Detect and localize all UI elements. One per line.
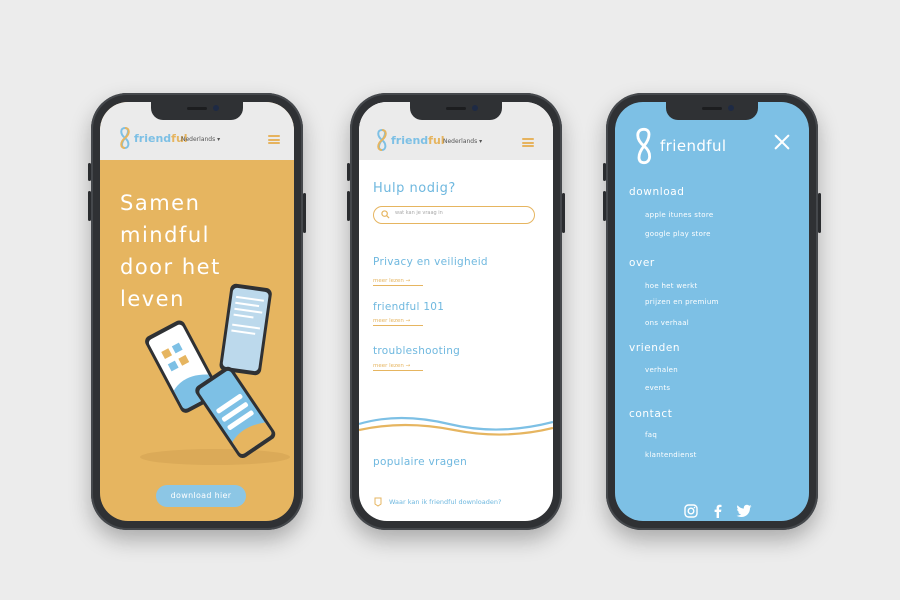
friendful-logo-icon bbox=[377, 128, 387, 152]
menu-item-apple-itunes-store[interactable]: apple itunes store bbox=[645, 211, 714, 219]
section-title-troubleshooting[interactable]: troubleshooting bbox=[373, 345, 460, 357]
download-button[interactable]: download hier bbox=[156, 485, 246, 507]
chevron-down-icon: ▾ bbox=[479, 138, 483, 145]
twitter-icon[interactable] bbox=[736, 504, 752, 518]
menu-item-hoe-het-werkt[interactable]: hoe het werkt bbox=[645, 282, 698, 290]
phone-side-button bbox=[303, 193, 306, 233]
question-icon bbox=[374, 497, 382, 507]
logo-text: friendful bbox=[660, 137, 727, 155]
language-label: Nederlands bbox=[443, 138, 478, 145]
phone-side-button bbox=[603, 191, 606, 221]
section-title-friendful-101[interactable]: friendful 101 bbox=[373, 301, 444, 313]
hero-line: mindful bbox=[120, 223, 210, 247]
popular-questions-title: populaire vragen bbox=[373, 456, 468, 468]
chevron-down-icon: ▾ bbox=[217, 136, 221, 143]
phone-menu: friendful download apple itunes store go… bbox=[603, 93, 821, 530]
instagram-icon[interactable] bbox=[684, 504, 698, 518]
app-mockup-illustration bbox=[140, 283, 290, 465]
menu-item-google-play-store[interactable]: google play store bbox=[645, 230, 711, 238]
hamburger-menu-icon[interactable] bbox=[268, 135, 280, 144]
menu-item-verhalen[interactable]: verhalen bbox=[645, 366, 678, 374]
section-title-privacy[interactable]: Privacy en veiligheid bbox=[373, 256, 488, 268]
help-title: Hulp nodig? bbox=[373, 181, 456, 196]
faq-item[interactable]: Waar kan ik friendful downloaden? bbox=[389, 498, 501, 506]
search-input[interactable]: wat kan je vraag in bbox=[373, 206, 535, 224]
friendful-logo-icon bbox=[636, 127, 652, 165]
help-screen: friendful Nederlands ▾ Hulp nodig? wat k… bbox=[359, 102, 553, 521]
menu-heading-download[interactable]: download bbox=[629, 186, 685, 198]
menu-screen: friendful download apple itunes store go… bbox=[615, 102, 809, 521]
menu-heading-over[interactable]: over bbox=[629, 257, 655, 269]
menu-heading-vrienden[interactable]: vrienden bbox=[629, 342, 680, 354]
phone-side-button bbox=[347, 191, 350, 221]
wave-divider bbox=[359, 416, 553, 436]
logo-text-friend: friend bbox=[391, 133, 429, 147]
search-placeholder: wat kan je vraag in bbox=[395, 210, 443, 216]
language-label: Nederlands bbox=[181, 136, 216, 143]
menu-item-klantendienst[interactable]: klantendienst bbox=[645, 451, 697, 459]
hero-line: Samen bbox=[120, 191, 201, 215]
phone-notch bbox=[151, 102, 243, 120]
phone-side-button bbox=[603, 163, 606, 181]
phone-notch bbox=[410, 102, 502, 120]
friendful-logo[interactable]: friendful bbox=[118, 126, 188, 150]
read-more-link[interactable]: meer lezen → bbox=[373, 363, 424, 371]
language-selector[interactable]: Nederlands ▾ bbox=[181, 136, 220, 143]
menu-item-prijzen-en-premium[interactable]: prijzen en premium bbox=[645, 298, 719, 306]
phone-help: friendful Nederlands ▾ Hulp nodig? wat k… bbox=[347, 93, 565, 530]
friendful-logo-icon bbox=[120, 126, 130, 150]
logo-text-friend: friend bbox=[134, 131, 172, 145]
language-selector[interactable]: Nederlands ▾ bbox=[443, 138, 482, 145]
facebook-icon[interactable] bbox=[711, 504, 725, 518]
hamburger-menu-icon[interactable] bbox=[522, 138, 534, 147]
home-screen: friendful Nederlands ▾ Samen mindful doo… bbox=[100, 102, 294, 521]
menu-item-faq[interactable]: faq bbox=[645, 431, 657, 439]
phone-side-button bbox=[562, 193, 565, 233]
phone-side-button bbox=[347, 163, 350, 181]
menu-item-ons-verhaal[interactable]: ons verhaal bbox=[645, 319, 689, 327]
search-icon bbox=[381, 210, 390, 219]
phone-home: friendful Nederlands ▾ Samen mindful doo… bbox=[88, 93, 306, 530]
phone-notch bbox=[666, 102, 758, 120]
friendful-logo[interactable]: friendful bbox=[375, 128, 445, 152]
read-more-link[interactable]: meer lezen → bbox=[373, 278, 424, 286]
read-more-link[interactable]: meer lezen → bbox=[373, 318, 424, 326]
menu-heading-contact[interactable]: contact bbox=[629, 408, 673, 420]
phone-side-button bbox=[88, 163, 91, 181]
phone-side-button bbox=[818, 193, 821, 233]
friendful-logo[interactable]: friendful bbox=[632, 126, 726, 166]
close-icon[interactable] bbox=[774, 134, 790, 150]
menu-item-events[interactable]: events bbox=[645, 384, 670, 392]
phone-side-button bbox=[88, 191, 91, 221]
